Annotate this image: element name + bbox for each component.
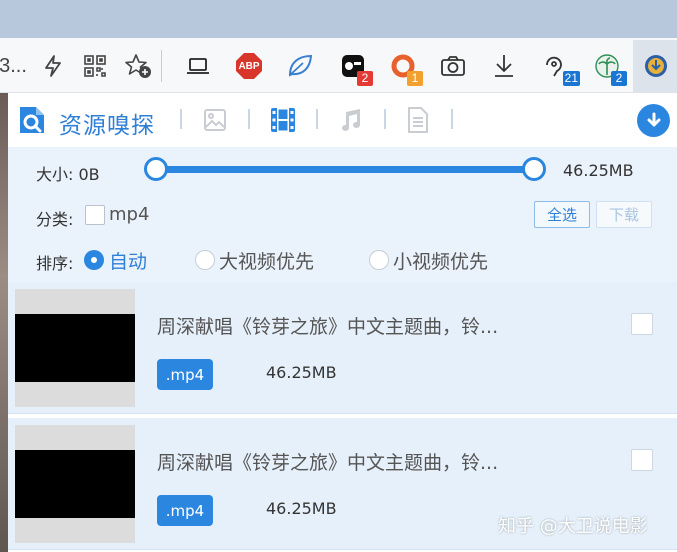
sort-large-first-label: 大视频优先 [219,251,315,273]
header-separator [384,109,386,129]
header-separator [248,109,250,129]
lightning-icon[interactable] [38,48,68,84]
extension-c-icon[interactable]: 21 [538,48,580,86]
sort-auto-radio[interactable] [84,250,104,270]
header-separator [180,109,182,129]
list-item[interactable]: 周深献唱《铃芽之旅》中文主题曲，铃... .mp4 46.25MB [8,282,677,414]
sort-large-first-radio[interactable] [195,250,215,270]
video-icon [271,108,295,132]
abp-label: ABP [238,60,260,72]
page-background-edge [0,93,8,552]
header-separator [316,109,318,129]
palm-tree-extension-icon[interactable]: 2 [591,48,627,86]
item-title: 周深献唱《铃芽之旅》中文主题曲，铃... [157,452,499,474]
extension-c-badge: 21 [562,71,580,86]
qr-code-icon[interactable] [80,48,110,84]
tab-videos[interactable] [268,105,298,135]
camera-icon[interactable] [438,48,468,84]
resource-sniffer-extension-icon[interactable] [643,48,669,84]
popup-title: 资源嗅探 [59,113,155,139]
video-thumbnail [15,425,135,543]
mp4-checkbox[interactable] [85,205,105,225]
header-separator [451,109,453,129]
file-size: 46.25MB [266,363,337,382]
download-selected-button[interactable]: 下载 [596,201,652,228]
sort-small-first-radio[interactable] [369,250,389,270]
sort-auto-label: 自动 [109,251,148,273]
sort-label: 排序: [36,254,74,273]
select-all-button[interactable]: 全选 [534,201,590,228]
thumbnail-frame [15,314,135,382]
extension-b-badge: 1 [407,71,423,86]
document-icon [408,107,428,133]
truncated-text: 3... [0,54,27,77]
item-checkbox[interactable] [631,449,653,471]
category-label: 分类: [36,210,74,229]
download-icon[interactable] [489,48,519,84]
add-favorite-icon[interactable] [122,48,154,84]
extension-d-badge: 2 [611,71,627,86]
app-logo-icon [17,104,47,136]
music-icon [342,109,360,131]
filter-panel: 大小: 0B 46.25MB 分类: mp4 全选 下载 排序: 自动 大视频优… [8,147,677,282]
mp4-option-label: mp4 [109,204,150,225]
file-type-badge: .mp4 [157,495,213,526]
thumbnail-frame [15,450,135,518]
video-thumbnail [15,289,135,407]
download-all-button[interactable] [637,104,670,137]
arrow-down-icon [647,112,660,126]
toolbar-separator [161,50,162,82]
address-bar-text[interactable]: 3... [0,48,27,84]
item-checkbox[interactable] [631,313,653,335]
popup-header: 资源嗅探 [8,93,677,147]
file-size: 46.25MB [266,499,337,518]
tab-images[interactable] [200,105,230,135]
size-range-slider[interactable] [156,166,534,173]
tab-music[interactable] [335,105,365,135]
file-type-badge: .mp4 [157,359,213,390]
size-min-label: 大小: 0B [36,165,100,184]
extension-a-icon[interactable]: 2 [337,48,373,86]
size-max-label: 46.25MB [563,161,634,180]
watermark: 知乎 @大卫说电影 [498,516,648,537]
extension-a-badge: 2 [357,71,373,86]
item-title: 周深献唱《铃芽之旅》中文主题曲，铃... [157,316,499,338]
resource-sniffer-popup: 资源嗅探 大小: 0B 46.25MB 分类: mp4 全选 下载 排序: 自动… [8,93,677,552]
image-icon [204,109,226,131]
tab-documents[interactable] [403,105,433,135]
sort-small-first-label: 小视频优先 [393,251,489,273]
slider-min-handle[interactable] [144,157,168,181]
leaf-extension-icon[interactable] [284,48,316,84]
laptop-icon[interactable] [183,48,213,84]
slider-max-handle[interactable] [522,157,546,181]
extension-b-icon[interactable]: 1 [387,48,423,86]
adblock-plus-icon[interactable]: ABP [234,48,264,84]
tab-strip [0,0,677,38]
